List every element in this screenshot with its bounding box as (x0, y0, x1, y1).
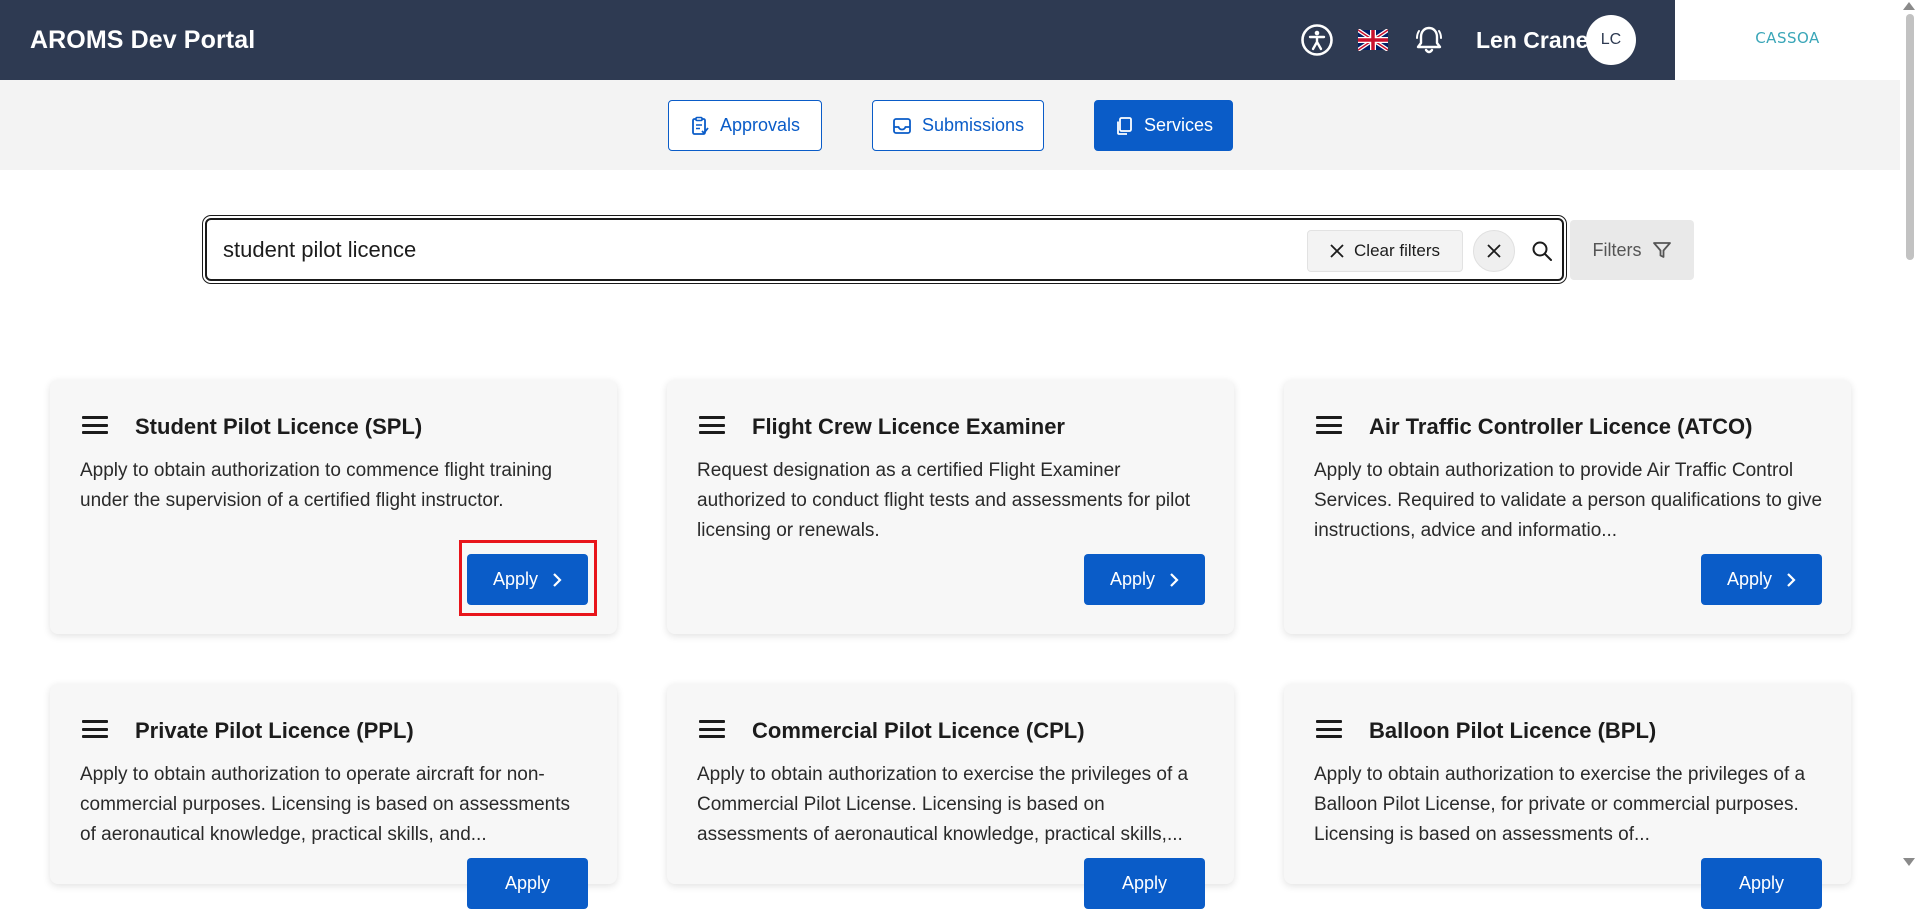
apply-label: Apply (1109, 569, 1156, 589)
apply-label: Apply (492, 569, 539, 589)
apply-label: Apply (1738, 873, 1785, 893)
close-icon (1330, 244, 1344, 258)
apply-button[interactable]: Apply (1701, 858, 1822, 909)
hamburger-menu-icon[interactable] (82, 414, 108, 436)
scroll-down-arrow-icon[interactable] (1903, 858, 1915, 866)
apply-button[interactable]: Apply (1701, 554, 1822, 605)
scrollbar-thumb[interactable] (1906, 14, 1914, 260)
user-name[interactable]: Len Crane (1476, 27, 1588, 54)
filters-button[interactable]: Filters (1570, 220, 1694, 280)
apply-label: Apply (1121, 873, 1168, 893)
clear-search-button[interactable] (1473, 230, 1515, 272)
tab-approvals-label: Approvals (719, 115, 801, 135)
hamburger-menu-icon[interactable] (82, 718, 108, 740)
apply-button[interactable]: Apply (1084, 554, 1205, 605)
funnel-icon (1652, 240, 1672, 260)
apply-label: Apply (1726, 569, 1773, 589)
chevron-right-icon (552, 572, 562, 588)
nav-bar: Approvals Submissions Services (0, 80, 1900, 170)
clear-filters-label: Clear filters (1354, 241, 1440, 260)
card-title: Private Pilot Licence (PPL) (135, 718, 414, 743)
search-icon (1532, 241, 1552, 261)
card-title: Commercial Pilot Licence (CPL) (752, 718, 1085, 743)
apply-label: Apply (504, 873, 551, 893)
avatar[interactable]: LC (1586, 15, 1636, 65)
close-icon (1487, 244, 1501, 258)
card-description: Request designation as a certified Fligh… (697, 460, 1191, 541)
search-bar: Clear filters (202, 215, 1567, 284)
chevron-right-icon (1169, 572, 1179, 588)
accessibility-icon[interactable] (1295, 18, 1339, 62)
inbox-icon (892, 116, 912, 136)
search-input[interactable] (221, 232, 1301, 268)
search-button[interactable] (1523, 232, 1561, 270)
tab-services[interactable]: Services (1094, 100, 1233, 151)
card-description: Apply to obtain authorization to commenc… (80, 460, 553, 511)
service-card: Private Pilot Licence (PPL) Apply to obt… (50, 684, 617, 909)
card-description: Apply to obtain authorization to exercis… (1314, 764, 1806, 845)
app-title[interactable]: AROMS Dev Portal (30, 26, 255, 55)
card-title: Flight Crew Licence Examiner (752, 414, 1065, 439)
service-card: Student Pilot Licence (SPL) Apply to obt… (50, 380, 617, 634)
hamburger-menu-icon[interactable] (699, 718, 725, 740)
uk-flag-icon[interactable] (1351, 18, 1395, 62)
tab-submissions[interactable]: Submissions (872, 100, 1044, 151)
card-description: Apply to obtain authorization to exercis… (697, 764, 1189, 845)
card-title: Air Traffic Controller Licence (ATCO) (1369, 414, 1753, 439)
card-title: Student Pilot Licence (SPL) (135, 414, 423, 439)
tab-submissions-label: Submissions (921, 115, 1025, 135)
top-header: AROMS Dev Portal Len Crane LC (0, 0, 1675, 80)
service-card: Balloon Pilot Licence (BPL) Apply to obt… (1284, 684, 1851, 909)
tab-services-label: Services (1143, 115, 1214, 135)
service-card: Commercial Pilot Licence (CPL) Apply to … (667, 684, 1234, 909)
apply-button[interactable]: Apply (467, 554, 588, 605)
apply-button[interactable]: Apply (1084, 858, 1205, 909)
hamburger-menu-icon[interactable] (1316, 718, 1342, 740)
card-description: Apply to obtain authorization to operate… (80, 764, 571, 845)
hamburger-menu-icon[interactable] (1316, 414, 1342, 436)
header-icons (1295, 18, 1463, 62)
bell-icon[interactable] (1407, 18, 1451, 62)
hamburger-menu-icon[interactable] (699, 414, 725, 436)
clear-filters-button[interactable]: Clear filters (1307, 230, 1463, 272)
scroll-up-arrow-icon[interactable] (1903, 2, 1915, 10)
chevron-right-icon (1786, 572, 1796, 588)
logo-area[interactable]: CASSOA (1675, 0, 1900, 82)
cassoa-logo: CASSOA (1755, 29, 1820, 47)
card-title: Balloon Pilot Licence (BPL) (1369, 718, 1657, 743)
clipboard-icon (690, 116, 710, 136)
tab-approvals[interactable]: Approvals (668, 100, 822, 151)
copy-icon (1114, 116, 1134, 136)
apply-button[interactable]: Apply (467, 858, 588, 909)
card-description: Apply to obtain authorization to provide… (1314, 460, 1823, 541)
service-card: Flight Crew Licence Examiner Request des… (667, 380, 1234, 634)
service-card: Air Traffic Controller Licence (ATCO) Ap… (1284, 380, 1851, 634)
filters-label: Filters (1592, 239, 1642, 260)
